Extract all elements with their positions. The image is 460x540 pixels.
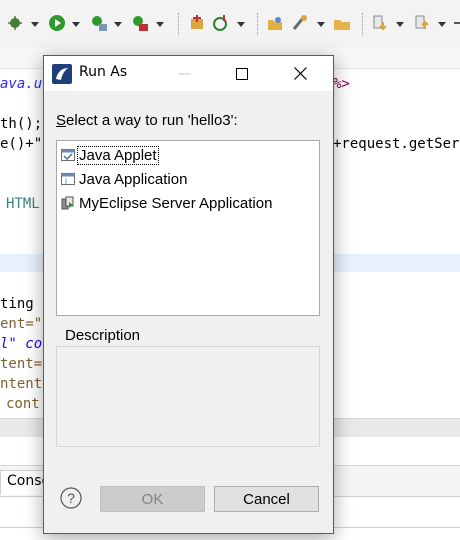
- svg-text:J: J: [64, 178, 67, 186]
- description-label: Description: [62, 327, 144, 344]
- toolbar-separator: [362, 13, 364, 35]
- list-item-label: Java Applet: [77, 145, 159, 165]
- code-line: HTML: [6, 196, 40, 212]
- code-line: %>: [333, 76, 350, 92]
- list-item-myeclipse-server-application[interactable]: MyEclipse Server Application: [61, 192, 273, 214]
- code-line: th();: [0, 116, 43, 132]
- debug-dropdown-icon[interactable]: [31, 22, 39, 27]
- dialog-prompt: Select a way to run 'hello3':: [56, 112, 238, 129]
- minimize-icon: [179, 73, 191, 74]
- run-config-list[interactable]: Java Applet J Java Application MyEclipse…: [56, 140, 320, 316]
- toolbar-separator: [178, 13, 180, 35]
- next-annotation-dropdown-icon[interactable]: [396, 22, 404, 27]
- list-item-label: Java Application: [79, 170, 188, 188]
- search-dropdown-icon[interactable]: [317, 22, 325, 27]
- previous-annotation-icon[interactable]: [413, 14, 431, 32]
- new-project-dropdown-icon[interactable]: [237, 22, 245, 27]
- dialog-title: Run As: [79, 64, 128, 80]
- minimize-button[interactable]: [162, 56, 208, 91]
- toolbar-separator: [257, 13, 259, 35]
- maximize-icon: [236, 67, 248, 80]
- ok-button[interactable]: OK: [100, 486, 205, 512]
- coverage-dropdown-icon[interactable]: [114, 22, 122, 27]
- code-line: cont: [6, 396, 40, 412]
- next-annotation-icon[interactable]: [371, 14, 389, 32]
- close-button[interactable]: [277, 56, 323, 91]
- main-toolbar: [0, 0, 460, 49]
- close-icon: [293, 67, 307, 80]
- code-line: tent=: [0, 356, 43, 372]
- dialog-titlebar[interactable]: Run As: [44, 56, 333, 91]
- code-line: l" co: [0, 336, 43, 352]
- coverage-icon[interactable]: [90, 14, 108, 32]
- search-icon[interactable]: [291, 14, 309, 32]
- previous-annotation-dropdown-icon[interactable]: [438, 22, 446, 27]
- open-type-icon[interactable]: [266, 14, 284, 32]
- external-tools-icon[interactable]: [131, 14, 149, 32]
- myeclipse-logo-icon: [52, 64, 72, 84]
- list-item-java-applet[interactable]: Java Applet: [61, 144, 159, 166]
- new-project-icon[interactable]: [211, 14, 229, 32]
- run-dropdown-icon[interactable]: [72, 22, 80, 27]
- java-application-icon: J: [61, 173, 75, 186]
- debug-icon[interactable]: [6, 14, 24, 32]
- svg-text:?: ?: [67, 490, 75, 506]
- run-as-dialog: Run As Select a way to run 'hello3': Jav…: [43, 55, 334, 534]
- cancel-button[interactable]: Cancel: [214, 486, 319, 512]
- external-tools-dropdown-icon[interactable]: [156, 22, 164, 27]
- code-line: +request.getSer: [333, 136, 460, 152]
- description-group: [56, 346, 320, 447]
- java-applet-icon: [61, 149, 75, 161]
- help-icon[interactable]: ?: [60, 487, 82, 509]
- code-line: ava.u: [0, 76, 43, 92]
- back-icon[interactable]: [452, 14, 460, 32]
- server-application-icon: [61, 196, 74, 210]
- code-line: ent=": [0, 316, 43, 332]
- code-line: e()+": [0, 136, 43, 152]
- list-item-label: MyEclipse Server Application: [79, 194, 273, 212]
- maximize-button[interactable]: [219, 56, 265, 91]
- new-server-icon[interactable]: [188, 14, 206, 32]
- code-line: ting: [0, 296, 34, 312]
- run-icon[interactable]: [48, 14, 66, 32]
- open-folder-icon[interactable]: [333, 14, 351, 32]
- code-line: ntent: [0, 376, 43, 392]
- list-item-java-application[interactable]: J Java Application: [61, 168, 188, 190]
